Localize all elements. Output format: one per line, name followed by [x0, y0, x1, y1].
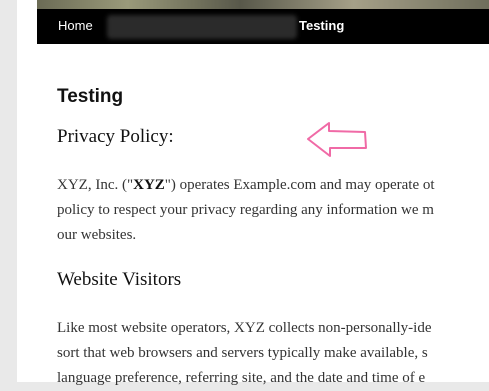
nav-testing-link[interactable]: Testing [299, 9, 344, 44]
privacy-line-3: our websites. [57, 227, 137, 243]
main-navigation: Home Testing [37, 9, 489, 44]
privacy-line-2: policy to respect your privacy regarding… [57, 202, 434, 218]
page-title: Testing [57, 86, 124, 107]
visitors-line-1: Like most website operators, XYZ collect… [57, 320, 432, 336]
nav-redacted-items [107, 15, 297, 39]
visitors-paragraph: Like most website operators, XYZ collect… [57, 316, 489, 391]
privacy-policy-heading: Privacy Policy: [57, 126, 174, 147]
privacy-line-1: XYZ, Inc. ("XYZ") operates Example.com a… [57, 173, 489, 198]
company-name-bold: XYZ [133, 177, 165, 193]
website-visitors-heading: Website Visitors [57, 269, 182, 290]
left-arrow-icon [307, 122, 367, 157]
privacy-paragraph: XYZ, Inc. ("XYZ") operates Example.com a… [57, 173, 489, 248]
nav-home-link[interactable]: Home [58, 9, 93, 44]
privacy-line-1-suffix: ") operates Example.com and may operate … [164, 177, 435, 193]
visitors-line-3: language preference, referring site, and… [57, 370, 426, 386]
header-banner-image [37, 0, 489, 9]
privacy-line-1-prefix: XYZ, Inc. (" [57, 177, 134, 193]
visitors-line-2: sort that web browsers and servers typic… [57, 345, 428, 361]
